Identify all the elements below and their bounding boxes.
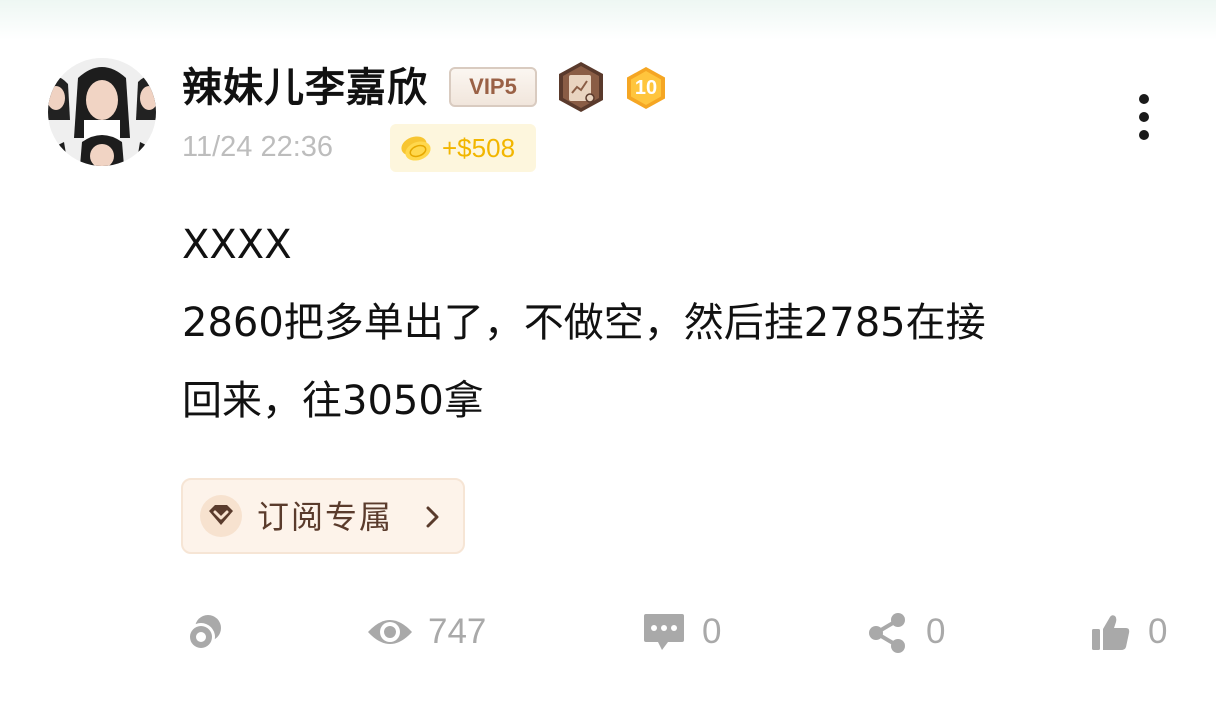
post-line-2: 2860把多单出了，不做空，然后挂2785在接 bbox=[182, 300, 986, 346]
eye-icon bbox=[368, 620, 412, 644]
diamond-icon bbox=[200, 495, 242, 537]
like-button[interactable]: 0 bbox=[1090, 610, 1180, 654]
reward-amount: +$508 bbox=[442, 133, 516, 163]
subscribe-exclusive-button[interactable]: 订阅专属 bbox=[181, 478, 465, 554]
coin-link-button[interactable] bbox=[184, 610, 228, 654]
likes-count: 0 bbox=[1148, 612, 1168, 651]
coin-link-icon bbox=[187, 615, 221, 651]
level-badge: 10 bbox=[634, 77, 658, 99]
shares-count: 0 bbox=[926, 612, 946, 651]
vip-badge[interactable]: VIP5 bbox=[449, 67, 537, 107]
views-count: 747 bbox=[428, 612, 487, 651]
reward-badge[interactable]: +$508 bbox=[390, 124, 536, 172]
post-content: XXXX 2860把多单出了，不做空，然后挂2785在接 回来，往3050拿 bbox=[182, 206, 1162, 440]
avatar-image bbox=[48, 58, 156, 166]
achievement-scroll-icon[interactable] bbox=[554, 60, 608, 114]
share-button[interactable]: 0 bbox=[866, 610, 956, 654]
chevron-right-icon bbox=[426, 506, 439, 528]
more-options-icon[interactable] bbox=[1128, 92, 1160, 144]
comments-button[interactable]: 0 bbox=[642, 610, 732, 654]
avatar[interactable] bbox=[48, 58, 156, 166]
share-icon bbox=[869, 613, 905, 653]
username[interactable]: 辣妹儿李嘉欣 bbox=[182, 64, 428, 112]
gold-coin-icon bbox=[401, 136, 431, 161]
thumbs-up-icon bbox=[1092, 615, 1130, 650]
subscribe-label: 订阅专属 bbox=[257, 498, 394, 536]
comment-icon bbox=[644, 614, 684, 650]
comments-count: 0 bbox=[702, 612, 722, 651]
views-button[interactable]: 747 bbox=[366, 610, 506, 654]
post-line-3: 回来，往3050拿 bbox=[182, 378, 484, 424]
post-timestamp: 11/24 22:36 bbox=[182, 131, 334, 163]
post-card: 辣妹儿李嘉欣 VIP5 10 11/24 22:36 +$508 XXXX 28… bbox=[0, 0, 1216, 724]
post-line-1: XXXX bbox=[182, 222, 292, 268]
